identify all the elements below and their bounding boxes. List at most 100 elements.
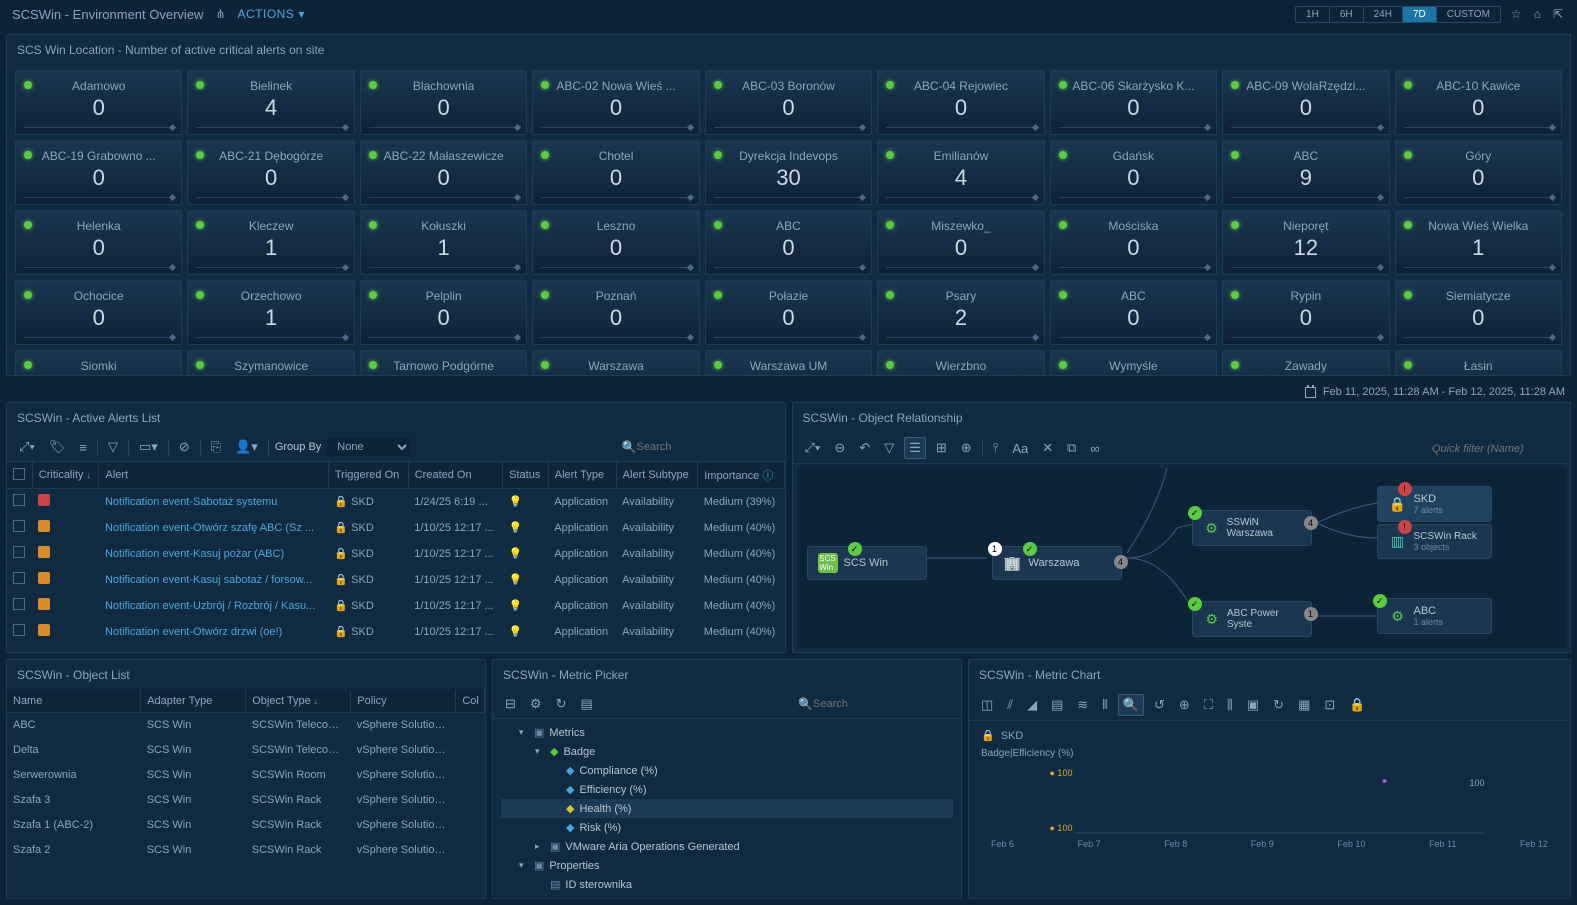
alert-link[interactable]: Notification event-Kasuj sabotaż / forso… (99, 567, 328, 593)
location-tile[interactable]: Zawady (1222, 350, 1389, 375)
rel-node-abc[interactable]: ⚙ ABC 1 alerts ✓ (1377, 598, 1492, 634)
column-header[interactable]: Created On (408, 462, 502, 489)
expand-icon[interactable]: ⛶ (1200, 695, 1217, 715)
tree-metrics[interactable]: ▾▣Metrics (501, 723, 953, 742)
download-icon[interactable]: ⊡ (1320, 695, 1339, 715)
zoom-out-icon[interactable]: ⊖ (830, 438, 849, 458)
row-checkbox[interactable] (13, 546, 25, 558)
time-btn-1h[interactable]: 1H (1296, 7, 1330, 22)
snapshot-icon[interactable]: ▣ (1243, 695, 1263, 715)
metricpicker-search-input[interactable] (813, 698, 953, 710)
rel-node-warszawa[interactable]: 🏢 Warszawa 1 ✓ 4 (992, 546, 1122, 580)
column-header[interactable]: Adapter Type (141, 690, 246, 713)
location-tile[interactable]: Helenka 0 (15, 210, 182, 275)
tree-health[interactable]: ◆Health (%) (501, 799, 953, 818)
location-tile[interactable]: Wierzbno (877, 350, 1044, 375)
location-tile[interactable]: ABC-02 Nowa Wieś ... 0 (532, 70, 699, 135)
alert-link[interactable]: Notification event-Otwórz drzwi (oe!) (99, 619, 328, 645)
split-icon[interactable]: ◫ (977, 695, 997, 715)
layout-icon[interactable]: ▤ (576, 694, 596, 714)
share-icon[interactable]: ⋔ (213, 5, 227, 23)
time-btn-6h[interactable]: 6H (1330, 7, 1364, 22)
user-icon[interactable]: 👤▾ (231, 437, 262, 457)
time-btn-7d[interactable]: 7D (1403, 7, 1437, 22)
filter-icon[interactable]: ▽ (880, 438, 898, 458)
location-tile[interactable]: Rypin 0 (1222, 280, 1389, 345)
triggered-link[interactable]: SKD (351, 548, 374, 560)
tree-idster[interactable]: ▤ID sterownika (501, 875, 953, 894)
tag-icon[interactable]: 🏷 (45, 437, 70, 457)
share-out-icon[interactable]: ⇱ (1551, 5, 1565, 23)
location-tile[interactable]: Nowa Wieś Wielka 1 (1395, 210, 1562, 275)
alert-row[interactable]: Notification event-Uzbrój / Rozbrój / Ka… (7, 593, 784, 619)
location-tile[interactable]: ABC-03 Boronów 0 (705, 70, 872, 135)
cancel-icon[interactable]: ⊘ (175, 437, 194, 457)
alert-row[interactable]: Notification event-Otwórz szafę ABC (Sz … (7, 515, 784, 541)
location-tile[interactable]: Adamowo 0 (15, 70, 182, 135)
fit-icon[interactable]: ✕ (1038, 438, 1057, 458)
location-tile[interactable]: Emilianów 4 (877, 140, 1044, 205)
select-all-checkbox[interactable] (13, 468, 25, 480)
row-checkbox[interactable] (13, 572, 25, 584)
tree-vmware[interactable]: ▸▣VMware Aria Operations Generated (501, 837, 953, 856)
trend-icon[interactable]: ⫽ (1003, 695, 1017, 715)
location-tile[interactable]: Psary 2 (877, 280, 1044, 345)
location-tile[interactable]: Połazie 0 (705, 280, 872, 345)
filter-icon[interactable]: ▽ (104, 437, 122, 457)
location-tile[interactable]: Góry 0 (1395, 140, 1562, 205)
location-tile[interactable]: Siomki (15, 350, 182, 375)
location-tile[interactable]: Wymyśle (1050, 350, 1217, 375)
link-icon[interactable]: ∞ (1086, 439, 1103, 458)
network-icon[interactable]: ⊕ (957, 438, 976, 458)
location-tile[interactable]: ABC-04 Rejowiec 0 (877, 70, 1044, 135)
location-tile[interactable]: Leszno 0 (532, 210, 699, 275)
location-tile[interactable]: ABC-10 Kawice 0 (1395, 70, 1562, 135)
export-icon[interactable]: ⎘ (207, 437, 225, 457)
sliders-icon[interactable]: ⫼ (1223, 695, 1237, 715)
location-tile[interactable]: ABC-06 Skarżysko K... 0 (1050, 70, 1217, 135)
location-tile[interactable]: Tarnowo Podgórne (360, 350, 527, 375)
location-tile[interactable]: Kołuszki 1 (360, 210, 527, 275)
location-tile[interactable]: Bielinek 4 (187, 70, 354, 135)
objectlist-row[interactable]: Serwerownia SCS Win SCSWin Room vSphere … (7, 763, 485, 788)
column-header[interactable]: Object Type ↓ (246, 690, 351, 713)
column-header[interactable]: Alert Subtype (616, 462, 698, 489)
tree-efficiency[interactable]: ◆Efficiency (%) (501, 780, 953, 799)
rel-node-power[interactable]: ⚙ ABC Power Syste ✓ 1 (1192, 601, 1312, 637)
actions-menu[interactable]: ACTIONS ▾ (238, 7, 305, 21)
column-header[interactable]: Importance ⓘ (698, 462, 784, 489)
location-tile[interactable]: Kleczew 1 (187, 210, 354, 275)
rel-node-sswin[interactable]: ⚙ SSWiN Warszawa ✓ 4 (1192, 510, 1312, 546)
column-header[interactable]: Name (7, 690, 141, 713)
column-header[interactable] (7, 462, 32, 489)
column-header[interactable]: Alert Type (548, 462, 616, 489)
location-tile[interactable]: Nieporęt 12 (1222, 210, 1389, 275)
target-icon[interactable]: ⊕ (1175, 695, 1194, 715)
alert-row[interactable]: Notification event-Otwórz drzwi (oe!) 🔒 … (7, 619, 784, 645)
triggered-link[interactable]: SKD (351, 574, 374, 586)
location-tile[interactable]: Ochocice 0 (15, 280, 182, 345)
refresh-icon[interactable]: ↻ (1269, 695, 1288, 715)
triggered-link[interactable]: SKD (351, 626, 374, 638)
objectlist-row[interactable]: Delta SCS Win SCSWin Telecom Po... vSphe… (7, 738, 485, 763)
table-icon[interactable]: ▤ (1047, 695, 1067, 715)
groupby-select[interactable]: None (327, 438, 410, 456)
tree-risk[interactable]: ◆Risk (%) (501, 818, 953, 837)
copy-icon[interactable]: ⧉ (1063, 438, 1080, 458)
triggered-link[interactable]: SKD (351, 496, 374, 508)
tree-icon[interactable]: ☰ (904, 437, 926, 459)
alert-row[interactable]: Notification event-Sabotaż systemu 🔒 SKD… (7, 489, 784, 515)
column-header[interactable]: Status (503, 462, 549, 489)
row-checkbox[interactable] (13, 494, 25, 506)
location-tile[interactable]: Mościska 0 (1050, 210, 1217, 275)
alert-link[interactable]: Notification event-Kasuj pożar (ABC) (99, 541, 328, 567)
row-checkbox[interactable] (13, 624, 25, 636)
star-icon[interactable]: ☆ (1509, 5, 1524, 23)
location-tile[interactable]: Siemiatycze 0 (1395, 280, 1562, 345)
lock-icon[interactable]: 🔒 (1345, 695, 1369, 715)
location-tile[interactable]: ABC-09 WolaRzędzi... 0 (1222, 70, 1389, 135)
location-tile[interactable]: ABC-21 Dębogórze 0 (187, 140, 354, 205)
column-header[interactable]: Policy (351, 690, 456, 713)
alert-link[interactable]: Notification event-Uzbrój / Rozbrój / Ka… (99, 593, 328, 619)
reset-icon[interactable]: ↺ (1150, 695, 1169, 715)
